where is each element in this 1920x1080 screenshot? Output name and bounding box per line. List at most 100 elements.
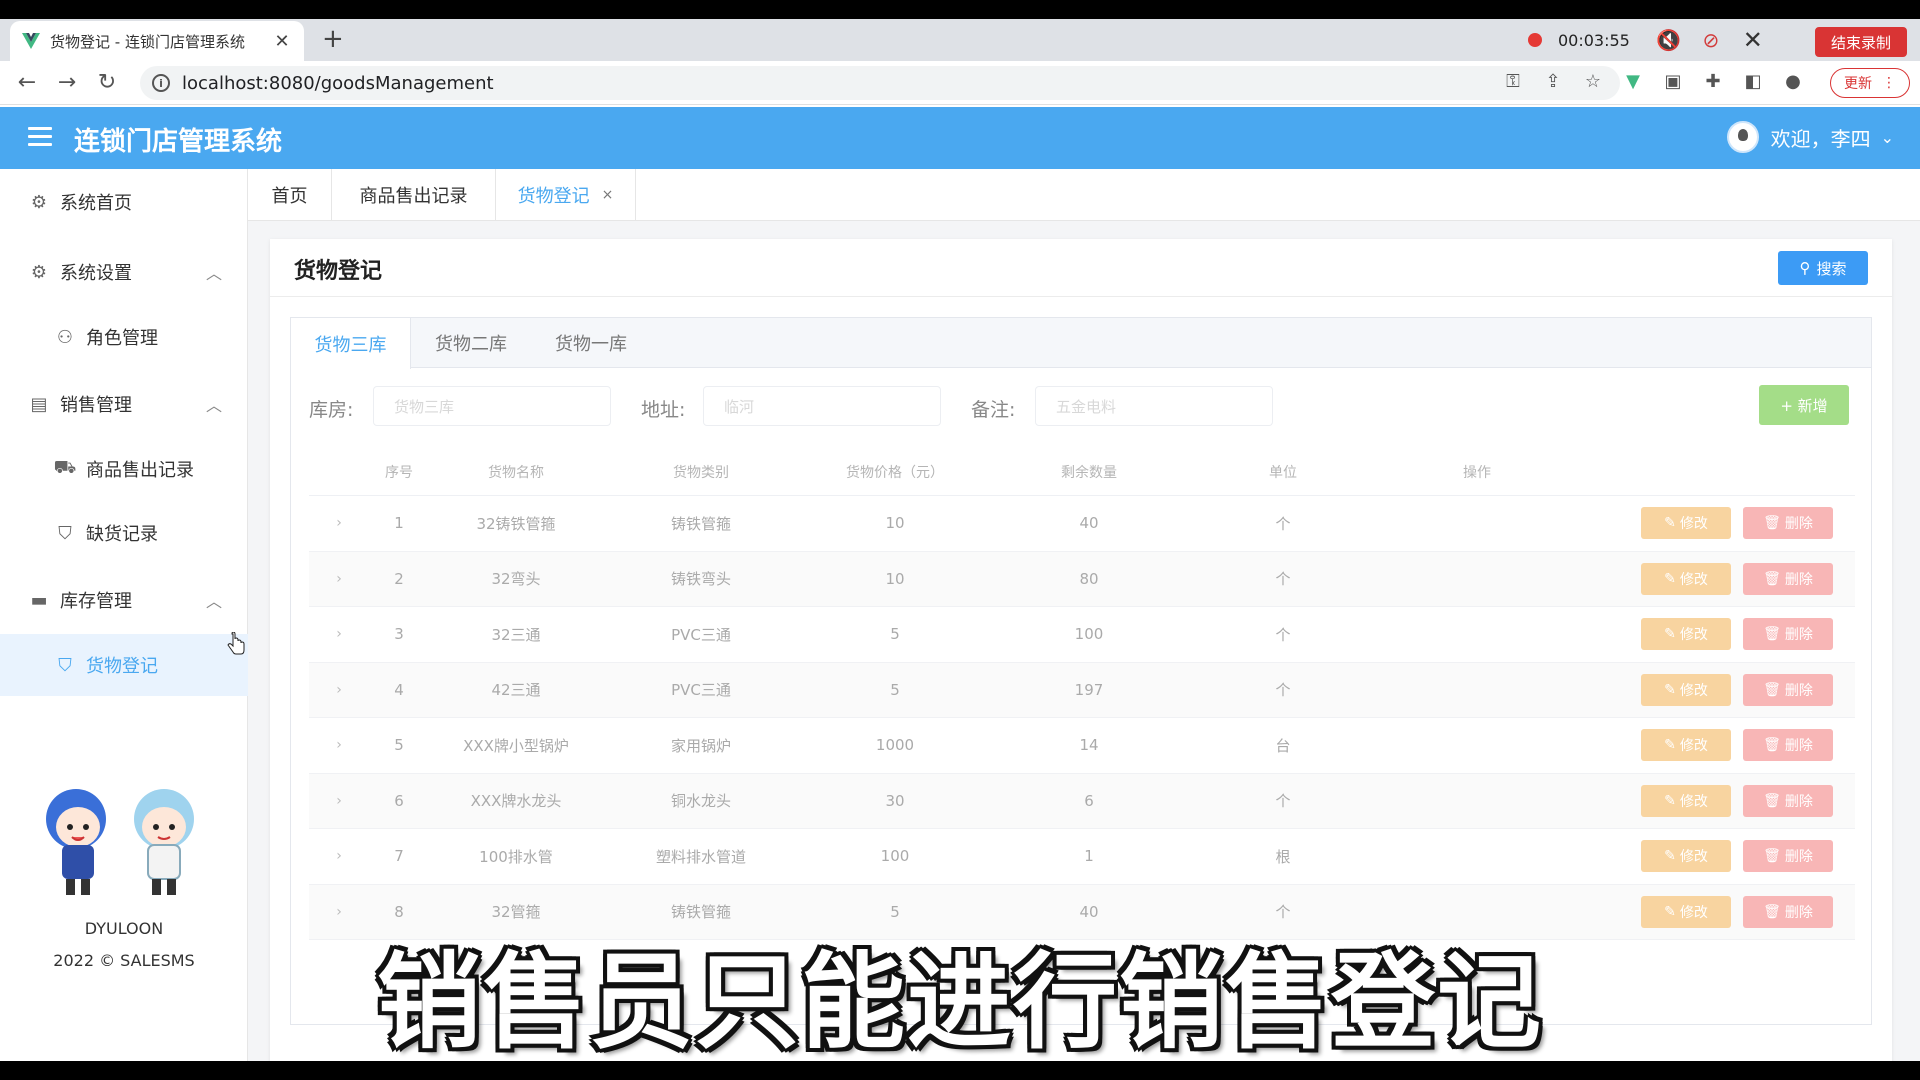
table-row[interactable]: › 5 XXX牌小型锅炉 家用锅炉 1000 14 台 ✎ 修改 🗑 删除 bbox=[309, 718, 1855, 774]
edit-label: 修改 bbox=[1679, 793, 1708, 810]
star-icon[interactable]: ☆ bbox=[1580, 69, 1606, 95]
tag-goods-registration[interactable]: 货物登记 × bbox=[496, 169, 636, 221]
back-icon[interactable]: ← bbox=[14, 70, 40, 96]
sidebar-item-sales-records[interactable]: ⛟ 商品售出记录 bbox=[0, 441, 248, 497]
table-cell-name: XXX牌水龙头 bbox=[470, 792, 562, 811]
table-row[interactable]: › 3 32三通 PVC三通 5 100 个 ✎ 修改 🗑 删除 bbox=[309, 607, 1855, 663]
delete-label: 删除 bbox=[1784, 682, 1813, 699]
update-label: 更新 bbox=[1844, 76, 1872, 92]
edit-button[interactable]: ✎ 修改 bbox=[1641, 618, 1731, 651]
delete-button[interactable]: 🗑 删除 bbox=[1743, 562, 1833, 595]
pencil-icon: ✎ bbox=[1664, 515, 1676, 532]
edit-button[interactable]: ✎ 修改 bbox=[1641, 840, 1731, 873]
browser-tab-title: 货物登记 - 连锁门店管理系统 bbox=[50, 32, 245, 51]
update-button[interactable]: 更新 ⋮ bbox=[1830, 68, 1910, 98]
delete-button[interactable]: 🗑 删除 bbox=[1743, 618, 1833, 651]
table-cell-category: 铜水龙头 bbox=[670, 792, 731, 811]
table-cell-unit: 个 bbox=[1275, 681, 1291, 700]
row-actions: ✎ 修改 🗑 删除 bbox=[1641, 774, 1833, 829]
delete-button[interactable]: 🗑 删除 bbox=[1743, 673, 1833, 706]
delete-button[interactable]: 🗑 删除 bbox=[1743, 784, 1833, 817]
pencil-icon: ✎ bbox=[1664, 737, 1676, 754]
profile-icon[interactable]: ● bbox=[1780, 69, 1806, 95]
chart-icon: ▤ bbox=[30, 393, 48, 415]
new-tab-icon[interactable]: + bbox=[322, 25, 344, 53]
table-body: › 1 32铸铁管箍 铸铁管箍 10 40 个 ✎ 修改 🗑 删除 › 2 32弯头 铸铁弯头 10 80 个 ✎ 修… bbox=[309, 496, 1855, 940]
search-button[interactable]: ⚲ 搜索 bbox=[1778, 251, 1868, 285]
delete-button[interactable]: 🗑 删除 bbox=[1743, 840, 1833, 873]
goods-table: 序号 货物名称 货物类别 货物价格（元） 剩余数量 单位 操作 › 1 32铸铁管箍… bbox=[309, 448, 1855, 940]
close-icon[interactable]: × bbox=[602, 187, 614, 203]
table-cell-price: 10 bbox=[885, 569, 905, 588]
sidebar-item-role-management[interactable]: ⚇ 角色管理 bbox=[0, 309, 248, 365]
edit-button[interactable]: ✎ 修改 bbox=[1641, 507, 1731, 540]
sidebar-item-shortage-records[interactable]: ⛉ 缺货记录 bbox=[0, 505, 248, 561]
table-row[interactable]: › 1 32铸铁管箍 铸铁管箍 10 40 个 ✎ 修改 🗑 删除 bbox=[309, 496, 1855, 552]
site-info-icon[interactable]: i bbox=[152, 74, 170, 92]
tag-label: 商品售出记录 bbox=[359, 186, 468, 207]
tab-warehouse-3[interactable]: 货物三库 bbox=[291, 318, 411, 369]
puzzle-icon[interactable]: ✚ bbox=[1700, 69, 1726, 95]
expand-row-icon[interactable]: › bbox=[309, 607, 369, 662]
mic-muted-icon[interactable]: ⊘ bbox=[1698, 28, 1724, 52]
sidebar-item-goods-registration[interactable]: ⛉ 货物登记 bbox=[0, 634, 248, 696]
sidebar-item-inventory-management[interactable]: ▬ 库存管理 ︿ bbox=[0, 572, 248, 628]
trash-icon: 🗑 bbox=[1763, 792, 1781, 809]
expand-row-icon[interactable]: › bbox=[309, 774, 369, 829]
expand-row-icon[interactable]: › bbox=[309, 552, 369, 607]
table-row[interactable]: › 2 32弯头 铸铁弯头 10 80 个 ✎ 修改 🗑 删除 bbox=[309, 551, 1855, 607]
expand-row-icon[interactable]: › bbox=[309, 663, 369, 718]
browser-tab[interactable]: 货物登记 - 连锁门店管理系统 ✕ bbox=[10, 21, 304, 61]
table-row[interactable]: › 6 XXX牌水龙头 铜水龙头 30 6 个 ✎ 修改 🗑 删除 bbox=[309, 773, 1855, 829]
edit-button[interactable]: ✎ 修改 bbox=[1641, 562, 1731, 595]
expand-row-icon[interactable]: › bbox=[309, 718, 369, 773]
table-cell-price: 1000 bbox=[875, 736, 915, 755]
sidebar-item-system-settings[interactable]: ⚙ 系统设置 ︿ bbox=[0, 244, 248, 300]
reload-icon[interactable]: ↻ bbox=[94, 70, 120, 96]
share-icon[interactable]: ⇪ bbox=[1540, 69, 1566, 95]
user-menu[interactable]: 欢迎，李四 ⌄ bbox=[1726, 121, 1894, 153]
extension-icons: ⚿ ⇪ ☆ ▼ ▣ ✚ ◧ ● bbox=[1500, 69, 1806, 95]
menu-toggle-icon[interactable] bbox=[28, 127, 52, 147]
forward-icon[interactable]: → bbox=[54, 70, 80, 96]
side-panel-icon[interactable]: ◧ bbox=[1740, 69, 1766, 95]
end-recording-button[interactable]: 结束录制 bbox=[1815, 27, 1907, 57]
delete-button[interactable]: 🗑 删除 bbox=[1743, 729, 1833, 762]
sidebar-item-label: 库存管理 bbox=[60, 591, 132, 612]
extension-app-icon[interactable]: ▣ bbox=[1660, 69, 1686, 95]
tab-warehouse-2[interactable]: 货物二库 bbox=[411, 318, 531, 368]
address-bar[interactable]: i localhost:8080/goodsManagement bbox=[140, 66, 1620, 100]
table-cell-name: 32三通 bbox=[491, 625, 541, 644]
table-row[interactable]: › 4 42三通 PVC三通 5 197 个 ✎ 修改 🗑 删除 bbox=[309, 662, 1855, 718]
tag-label: 货物登记 bbox=[517, 186, 590, 207]
table-cell-unit: 根 bbox=[1275, 847, 1291, 866]
table-cell-price: 30 bbox=[885, 791, 905, 810]
delete-button[interactable]: 🗑 删除 bbox=[1743, 507, 1833, 540]
sidebar-item-home[interactable]: ⚙ 系统首页 bbox=[0, 174, 248, 230]
table-cell-qty: 80 bbox=[1079, 569, 1099, 588]
chevron-down-icon[interactable]: ⌄ bbox=[1881, 128, 1894, 147]
sidebar-item-sales-management[interactable]: ▤ 销售管理 ︿ bbox=[0, 376, 248, 432]
close-recording-icon[interactable]: ✕ bbox=[1740, 26, 1766, 54]
expand-row-icon[interactable]: › bbox=[309, 496, 369, 551]
vue-devtools-icon[interactable]: ▼ bbox=[1620, 69, 1646, 95]
avatar[interactable] bbox=[1726, 121, 1759, 153]
warehouse-input[interactable]: 货物三库 bbox=[373, 386, 611, 426]
tab-warehouse-1[interactable]: 货物一库 bbox=[531, 318, 651, 368]
edit-button[interactable]: ✎ 修改 bbox=[1641, 729, 1731, 762]
speaker-muted-icon[interactable]: 🔇 bbox=[1656, 28, 1682, 52]
expand-row-icon[interactable]: › bbox=[309, 829, 369, 884]
add-button[interactable]: + 新增 bbox=[1759, 385, 1849, 425]
bag-icon: ⛉ bbox=[58, 522, 72, 544]
tag-sales-records[interactable]: 商品售出记录 bbox=[332, 169, 496, 221]
table-row[interactable]: › 7 100排水管 塑料排水管道 100 1 根 ✎ 修改 🗑 删除 bbox=[309, 829, 1855, 885]
close-tab-icon[interactable]: ✕ bbox=[272, 31, 292, 52]
welcome-text[interactable]: 欢迎，李四 bbox=[1771, 123, 1871, 152]
url-text[interactable]: localhost:8080/goodsManagement bbox=[182, 73, 494, 94]
address-input[interactable]: 临河 bbox=[703, 386, 941, 426]
remark-input[interactable]: 五金电料 bbox=[1035, 386, 1273, 426]
key-icon[interactable]: ⚿ bbox=[1500, 69, 1526, 95]
tag-home[interactable]: 首页 bbox=[248, 169, 332, 221]
edit-button[interactable]: ✎ 修改 bbox=[1641, 784, 1731, 817]
edit-button[interactable]: ✎ 修改 bbox=[1641, 673, 1731, 706]
